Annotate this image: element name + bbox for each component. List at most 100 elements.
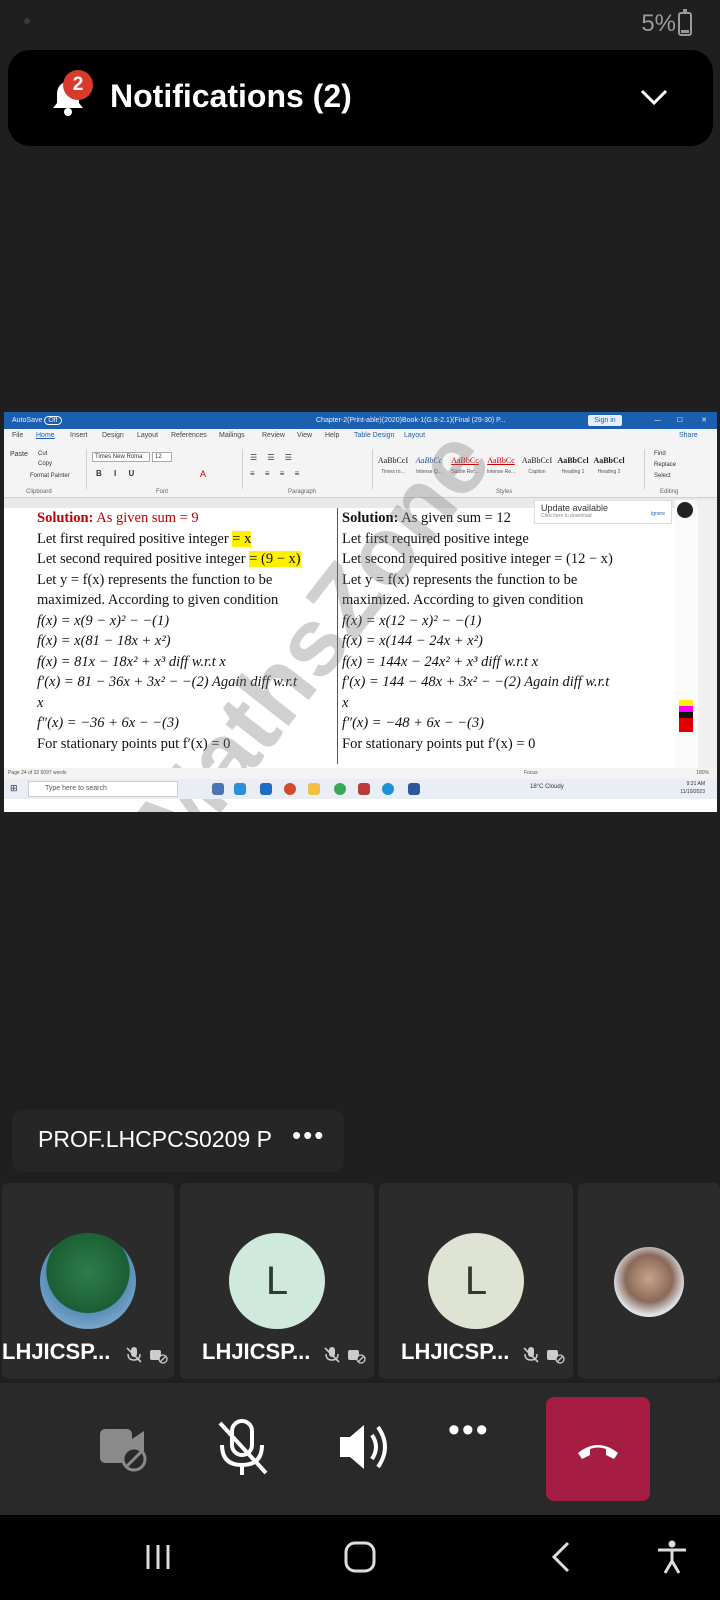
- font-color-icon[interactable]: A: [200, 469, 206, 479]
- mic-off-icon: [126, 1347, 142, 1363]
- replace-button[interactable]: Replace: [654, 462, 676, 468]
- hang-up-button[interactable]: [546, 1397, 650, 1501]
- call-controls: •••: [0, 1383, 720, 1515]
- participant-name: LHJICSP...: [401, 1339, 510, 1364]
- copy-button[interactable]: Copy: [38, 461, 52, 467]
- window-close-icon[interactable]: ✕: [701, 412, 707, 429]
- notifications-banner[interactable]: 2 Notifications (2): [8, 50, 713, 146]
- paste-button[interactable]: Paste: [10, 451, 28, 458]
- list-buttons[interactable]: ☰ ☰ ☰: [250, 453, 296, 462]
- align-buttons[interactable]: ≡ ≡ ≡ ≡: [250, 469, 303, 478]
- chevron-down-icon[interactable]: [639, 82, 669, 112]
- taskbar-app-icon[interactable]: [212, 783, 224, 795]
- font-format-buttons[interactable]: B I U: [96, 469, 139, 478]
- camera-off-icon[interactable]: [72, 1395, 176, 1499]
- participant-tile[interactable]: L LHJICSP...: [180, 1183, 374, 1379]
- battery-icon: [678, 9, 692, 36]
- cut-button[interactable]: Cut: [38, 451, 47, 457]
- accessibility-icon[interactable]: [652, 1537, 692, 1577]
- word-title-bar: AutoSave Off Chapter-2(Print-able)(2020)…: [4, 412, 717, 429]
- participant-tile[interactable]: L LHJICSP...: [379, 1183, 573, 1379]
- navigation-bar: [0, 1515, 720, 1600]
- doc-line: For stationary points put f′(x) = 0: [342, 735, 536, 752]
- update-available-popup[interactable]: Update available Click here to download …: [534, 500, 672, 524]
- avatar: L: [229, 1233, 325, 1329]
- word-icon[interactable]: [408, 783, 420, 795]
- folder-icon[interactable]: [308, 783, 320, 795]
- select-button[interactable]: Select: [654, 473, 671, 479]
- pen-toolbar[interactable]: [675, 500, 697, 770]
- recents-icon[interactable]: [138, 1537, 178, 1577]
- taskbar-search[interactable]: Type here to search: [28, 781, 178, 797]
- find-button[interactable]: Find: [654, 451, 666, 457]
- taskbar-weather: 18°C Cloudy: [530, 784, 564, 790]
- autosave-label[interactable]: AutoSave Off: [12, 412, 62, 429]
- document-page: Solution: As given sum = 9 Let first req…: [4, 412, 680, 812]
- zoom-level[interactable]: 180%: [696, 770, 709, 776]
- presenter-chip[interactable]: PROF.LHCPCS0209 P •••: [12, 1110, 344, 1172]
- windows-start-icon[interactable]: ⊞: [10, 783, 18, 794]
- menu-insert[interactable]: Insert: [70, 432, 88, 439]
- speaker-icon[interactable]: [308, 1395, 412, 1499]
- word-status-bar: Page 24 of 32 5097 words Focus 180%: [4, 768, 717, 779]
- store-icon[interactable]: [260, 783, 272, 795]
- powerpoint-icon[interactable]: [284, 783, 296, 795]
- mail-icon[interactable]: [234, 783, 246, 795]
- menu-home[interactable]: Home: [36, 432, 55, 439]
- color-swatch[interactable]: [679, 718, 693, 732]
- style-heading-2[interactable]: AaBbCcl Heading 2: [592, 450, 626, 482]
- battery-percentage: 5%: [641, 10, 676, 37]
- back-icon[interactable]: [542, 1537, 582, 1577]
- doc-line: f(x) = 144x − 24x² + x³ diff w.r.t x: [342, 653, 539, 670]
- menu-mailings[interactable]: Mailings: [219, 432, 245, 439]
- share-button[interactable]: Share: [679, 432, 698, 439]
- focus-button[interactable]: Focus: [524, 770, 538, 776]
- group-font: Font: [156, 489, 169, 495]
- chrome-icon[interactable]: [334, 783, 346, 795]
- app-icon[interactable]: [358, 783, 370, 795]
- home-icon[interactable]: [340, 1537, 380, 1577]
- avatar: [40, 1233, 136, 1329]
- more-options-icon[interactable]: •••: [448, 1411, 490, 1450]
- group-clipboard: Clipboard: [26, 489, 52, 495]
- avatar: [614, 1247, 684, 1317]
- status-dot: [24, 18, 30, 24]
- sign-in-button[interactable]: Sign in: [588, 415, 622, 426]
- mic-off-icon[interactable]: [190, 1395, 294, 1499]
- word-menu-bar: File Home Insert Design Layout Reference…: [4, 429, 717, 445]
- font-name-select[interactable]: Times New Roma: [92, 452, 150, 462]
- lightbulb-icon[interactable]: [677, 502, 693, 518]
- menu-table-design[interactable]: Table Design: [354, 432, 394, 439]
- group-editing: Editing: [660, 489, 679, 495]
- notification-count-badge: 2: [63, 70, 93, 100]
- format-painter-button[interactable]: Format Painter: [30, 473, 70, 479]
- more-icon[interactable]: •••: [292, 1120, 325, 1151]
- doc-line: Let second required positive integer = (…: [37, 551, 301, 567]
- avatar: L: [428, 1233, 524, 1329]
- doc-line: f′(x) = 144 − 48x + 3x² − −(2) Again dif…: [342, 674, 610, 690]
- status-bar: 5%: [0, 0, 720, 46]
- vertical-scrollbar[interactable]: [698, 500, 717, 770]
- shared-screen: AutoSave Off Chapter-2(Print-able)(2020)…: [4, 412, 717, 812]
- windows-taskbar: ⊞ Type here to search 18°C Cloudy 9:31 A…: [4, 779, 717, 799]
- style-heading-1[interactable]: AaBbCcl Heading 1: [556, 450, 590, 482]
- doc-line: Let first required positive integer = x: [37, 530, 252, 547]
- menu-view[interactable]: View: [297, 432, 312, 439]
- menu-review[interactable]: Review: [262, 432, 285, 439]
- word-ribbon: Paste Cut Copy Format Painter Clipboard …: [4, 445, 717, 498]
- mic-off-icon: [324, 1347, 340, 1363]
- menu-file[interactable]: File: [12, 432, 23, 439]
- style-caption[interactable]: AaBbCcI Caption: [520, 450, 554, 482]
- window-min-icon[interactable]: —: [654, 412, 661, 429]
- menu-help[interactable]: Help: [325, 432, 339, 439]
- mic-off-icon: [523, 1347, 539, 1363]
- participant-tile[interactable]: [578, 1183, 720, 1379]
- menu-layout[interactable]: Layout: [137, 432, 158, 439]
- window-max-icon[interactable]: ☐: [677, 412, 683, 429]
- font-size-select[interactable]: 12: [152, 452, 172, 462]
- menu-design[interactable]: Design: [102, 432, 124, 439]
- ignore-link[interactable]: Ignore: [651, 511, 665, 517]
- menu-references[interactable]: References: [171, 432, 207, 439]
- edge-icon[interactable]: [382, 783, 394, 795]
- participant-tile[interactable]: LHJICSP...: [2, 1183, 174, 1379]
